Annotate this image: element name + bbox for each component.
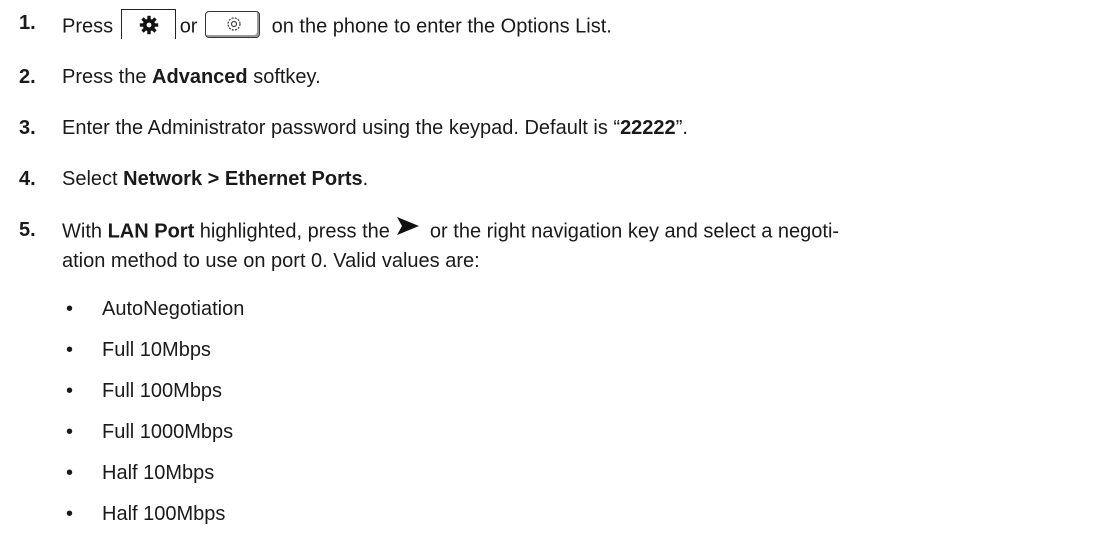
step-text-post: . — [362, 168, 369, 190]
bullet: • — [66, 298, 74, 320]
value-label: Full 10Mbps — [102, 339, 211, 361]
step-text-post: or the right navigation key and select a… — [429, 220, 840, 243]
bullet: • — [66, 421, 74, 443]
instruction-page: 1. Press or on the phone to enter the Op… — [0, 0, 1119, 546]
port-name: LAN Port — [107, 220, 195, 243]
value-label: AutoNegotiation — [102, 298, 245, 320]
gear-icon — [120, 9, 176, 39]
default-password: 22222 — [620, 117, 676, 139]
step-text-post: ”. — [675, 117, 688, 139]
bullet: • — [66, 380, 74, 402]
step-text-post: softkey. — [247, 66, 321, 88]
step-text-line2: ation method to use on port 0. Valid val… — [62, 250, 480, 272]
step-number: 5. — [19, 219, 36, 241]
step-number: 3. — [19, 117, 36, 139]
step-text: With — [62, 220, 108, 243]
softkey-name: Advanced — [152, 66, 248, 88]
step-text: Enter the Administrator password using t… — [62, 117, 621, 139]
step-text: Select — [62, 168, 124, 190]
step-text-mid: highlighted, press the — [194, 220, 390, 243]
step-text-or: or — [179, 15, 198, 38]
bullet: • — [66, 462, 74, 484]
step-text: Press the — [62, 66, 153, 88]
value-label: Half 100Mbps — [102, 503, 226, 525]
step-number: 1. — [19, 12, 36, 34]
bullet: • — [66, 503, 74, 525]
value-label: Full 100Mbps — [102, 380, 223, 402]
value-label: Half 10Mbps — [102, 462, 215, 484]
step-text: Press — [62, 15, 114, 38]
options-key-icon — [205, 10, 261, 38]
step-number: 2. — [19, 66, 36, 88]
value-label: Full 1000Mbps — [102, 421, 234, 443]
step-number: 4. — [19, 168, 36, 190]
menu-path: Network > Ethernet Ports — [123, 168, 363, 190]
step-text-post: on the phone to enter the Options List. — [271, 15, 612, 38]
right-arrow-icon — [396, 216, 420, 242]
bullet: • — [66, 339, 74, 361]
